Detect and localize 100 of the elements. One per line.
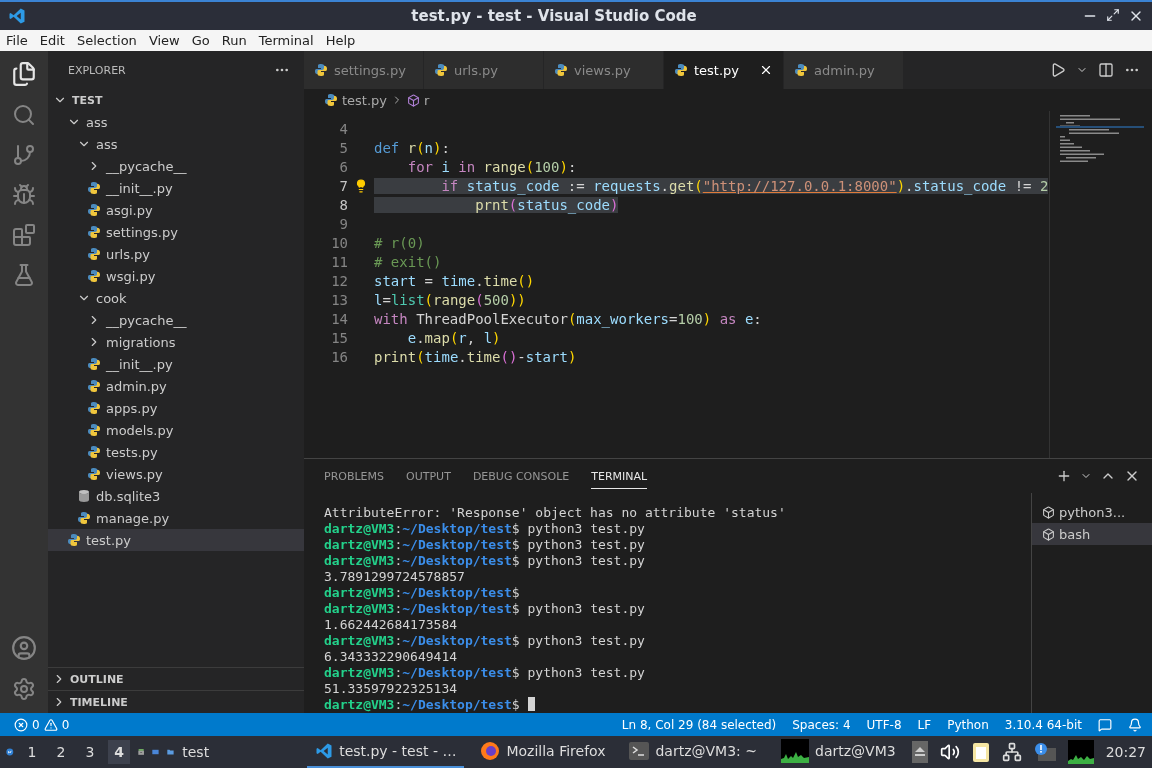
editor-tab[interactable]: settings.py [304, 51, 424, 89]
tree-entry[interactable]: apps.py [48, 397, 304, 419]
tree-entry[interactable]: __init__.py [48, 177, 304, 199]
folder-header[interactable]: TEST [48, 89, 304, 111]
extensions-icon[interactable] [12, 223, 36, 247]
python-file-icon [794, 63, 808, 77]
editor-tab[interactable]: urls.py [424, 51, 544, 89]
tree-folder[interactable]: __pycache__ [48, 309, 304, 331]
menu-item[interactable]: Go [191, 33, 216, 48]
line-number: 14 [330, 310, 348, 327]
line-number: 7 [338, 177, 348, 194]
tree-folder[interactable]: migrations [48, 331, 304, 353]
tree-entry[interactable]: manage.py [48, 507, 304, 529]
cpu-graph-icon[interactable] [1067, 740, 1094, 764]
code-line: print(time.time()-start) [374, 348, 577, 365]
settings-icon[interactable] [12, 677, 36, 701]
error-count[interactable]: 0 [32, 717, 40, 732]
folder-label[interactable]: test [182, 744, 210, 760]
taskbar-window[interactable]: dartz@VM3: ~ [621, 736, 765, 768]
maximize-icon[interactable] [1106, 8, 1120, 22]
tree-folder[interactable]: ass [48, 111, 304, 133]
taskbar-window[interactable]: dartz@VM3 [773, 736, 904, 768]
python-file-icon [87, 269, 101, 283]
taskbar-window[interactable]: test.py - test - … [307, 736, 465, 768]
run-icon[interactable] [1050, 62, 1066, 78]
status-item[interactable]: Spaces: 4 [792, 717, 851, 732]
status-item[interactable]: Python [947, 717, 989, 732]
tree-folder[interactable]: ass [48, 133, 304, 155]
lightbulb-icon[interactable] [354, 178, 368, 193]
breadcrumb-item[interactable]: test.py [342, 92, 388, 108]
python-file-icon [87, 247, 101, 261]
tree-entry[interactable]: views.py [48, 463, 304, 485]
editor-tab[interactable]: admin.py [784, 51, 904, 89]
menu-item[interactable]: Selection [76, 33, 143, 48]
account-icon[interactable] [11, 635, 37, 661]
flask-icon[interactable] [12, 263, 36, 287]
tree-entry[interactable]: admin.py [48, 375, 304, 397]
tree-entry[interactable]: wsgi.py [48, 265, 304, 287]
code-line: e.map(r, l) [406, 329, 501, 346]
status-item[interactable]: UTF-8 [866, 717, 902, 732]
python-file-icon [434, 63, 448, 77]
section-header[interactable]: OUTLINE [48, 667, 304, 690]
add-icon[interactable] [1056, 468, 1072, 484]
bell-icon[interactable] [1128, 717, 1142, 732]
panel-tab[interactable]: OUTPUT [406, 463, 451, 489]
files-icon[interactable] [11, 61, 37, 87]
taskbar-window[interactable]: Mozilla Firefox [472, 736, 614, 768]
panel-tab[interactable]: DEBUG CONSOLE [472, 463, 570, 489]
menu-item[interactable]: Help [325, 33, 362, 48]
tree-entry[interactable]: test.py [48, 529, 304, 551]
workspace-button[interactable]: 3 [79, 740, 101, 764]
tree-entry[interactable]: tests.py [48, 441, 304, 463]
tree-entry[interactable]: settings.py [48, 221, 304, 243]
volume-icon[interactable] [939, 742, 960, 762]
code-line: def r(n): [374, 139, 450, 156]
panel-tab[interactable]: PROBLEMS [324, 463, 385, 489]
workspace-button[interactable]: 4 [108, 740, 131, 764]
editor-tab[interactable]: views.py [544, 51, 664, 89]
split-editor-icon[interactable] [1098, 62, 1114, 78]
network-icon[interactable] [1001, 742, 1022, 762]
menu-item[interactable]: Edit [39, 33, 71, 48]
menu-item[interactable]: Terminal [258, 33, 320, 48]
terminal-line: dartz@VM3:~/Desktop/test$ python3 test.py [324, 553, 646, 569]
feedback-icon[interactable] [1098, 717, 1112, 732]
python-file-icon [554, 63, 568, 77]
tree-entry[interactable]: __init__.py [48, 353, 304, 375]
eject-icon[interactable] [911, 741, 928, 763]
clipboard-icon[interactable] [971, 741, 990, 763]
status-item[interactable]: LF [917, 717, 932, 732]
menu-item[interactable]: View [148, 33, 186, 48]
terminal-line: dartz@VM3:~/Desktop/test$ python3 test.py [324, 521, 646, 537]
breadcrumb-item[interactable]: r [424, 92, 430, 108]
notification-icon[interactable] [1033, 742, 1056, 762]
tree-entry[interactable]: models.py [48, 419, 304, 441]
editor-tab[interactable]: test.py [664, 51, 784, 89]
search-icon[interactable] [12, 103, 36, 127]
warning-count[interactable]: 0 [61, 717, 70, 732]
error-icon[interactable] [14, 717, 28, 732]
terminal-session[interactable]: bash [1032, 523, 1152, 545]
python-file-icon [87, 181, 101, 195]
bug-icon[interactable] [12, 183, 36, 207]
line-number: 4 [338, 120, 348, 137]
clock[interactable]: 20:27 [1105, 744, 1146, 760]
tree-entry[interactable]: urls.py [48, 243, 304, 265]
menu-item[interactable]: Run [221, 33, 253, 48]
tree-entry[interactable]: asgi.py [48, 199, 304, 221]
menu-item[interactable]: File [6, 33, 34, 48]
code-line: start = time.time() [374, 272, 535, 289]
terminal-session[interactable]: python3... [1032, 501, 1152, 523]
tree-folder[interactable]: __pycache__ [48, 155, 304, 177]
warning-icon[interactable] [43, 717, 58, 732]
status-item[interactable]: 3.10.4 64-bit [1004, 717, 1082, 732]
workspace-button[interactable]: 2 [50, 740, 72, 764]
panel-tab[interactable]: TERMINAL [591, 463, 648, 489]
tree-folder[interactable]: cook [48, 287, 304, 309]
tree-entry[interactable]: db.sqlite3 [48, 485, 304, 507]
status-item[interactable]: Ln 8, Col 29 (84 selected) [621, 717, 777, 732]
close-icon[interactable] [759, 63, 773, 77]
branch-icon[interactable] [12, 143, 36, 167]
workspace-button[interactable]: 1 [21, 740, 43, 764]
